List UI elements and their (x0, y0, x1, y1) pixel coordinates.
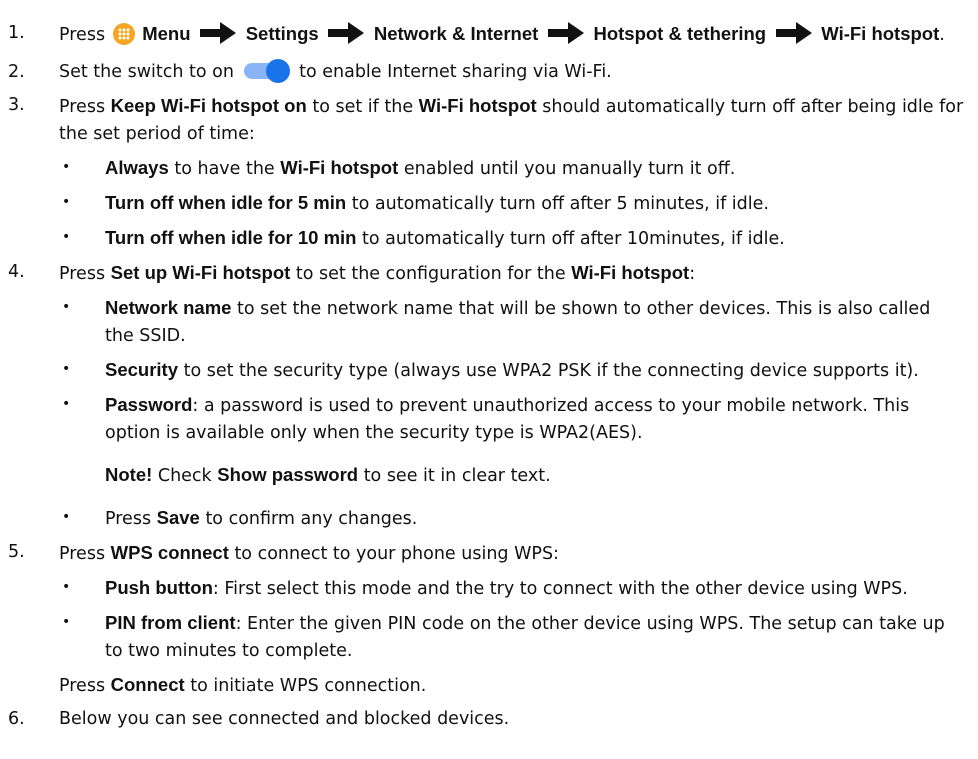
option-label: Password (105, 394, 193, 415)
step-number: 6. (8, 709, 25, 729)
wifi-hotspot-label: Wi-Fi hotspot (571, 262, 690, 283)
step-number: 5. (8, 542, 25, 562)
note-label: Note! (105, 464, 153, 485)
menu-label: Menu (142, 23, 191, 44)
option-label: PIN from client (105, 612, 236, 633)
menu-apps-icon (112, 23, 135, 45)
wifi-hotspot-label: Wi-Fi hotspot (280, 157, 399, 178)
option-label: Always (105, 157, 169, 178)
press-text: Press (59, 25, 106, 45)
option-label: Security (105, 359, 179, 380)
press-text: Press (59, 676, 106, 696)
list-item: • PIN from client: Enter the given PIN c… (0, 609, 978, 665)
press-text: Press (59, 264, 106, 284)
step-text: Set the switch to on (59, 62, 234, 82)
list-item: • Network name to set the network name t… (0, 294, 978, 350)
bullet: • (62, 299, 71, 315)
note-text: Check (157, 466, 212, 486)
note-text: to see it in clear text. (363, 466, 551, 486)
wifi-hotspot-label: Wi-Fi hotspot (418, 95, 537, 116)
bullet: • (62, 509, 71, 525)
press-text: Press (59, 97, 106, 117)
list-item: • Security to set the security type (alw… (0, 356, 978, 385)
toggle-switch-on-icon (243, 59, 290, 83)
list-item: • Password: a password is used to preven… (0, 391, 978, 447)
step-3: 3. Press Keep Wi-Fi hotspot on to set if… (0, 92, 978, 148)
step-number: 3. (8, 95, 25, 115)
bullet: • (62, 229, 71, 245)
option-text: enabled until you manually turn it off. (403, 159, 736, 179)
connect-instruction: Press Connect to initiate WPS connection… (0, 671, 978, 700)
step-text: to connect to your phone using WPS: (234, 544, 559, 564)
option-label: Network name (105, 297, 232, 318)
press-text: Press (105, 509, 152, 529)
step-text: to set if the (312, 97, 414, 117)
step-number: 4. (8, 262, 25, 282)
wifi-hotspot-label: Wi-Fi hotspot (821, 23, 940, 44)
keep-hotspot-label: Keep Wi-Fi hotspot on (110, 95, 307, 116)
option-label: Turn off when idle for 5 min (105, 192, 347, 213)
right-arrow-icon (328, 22, 365, 44)
instruction-document: 1. Press Menu Settings Network & Interne… (0, 0, 978, 733)
option-text: to automatically turn off after 5 minute… (351, 194, 769, 214)
step-text: Below you can see connected and blocked … (59, 709, 510, 729)
bullet: • (62, 361, 71, 377)
wps-connect-label: WPS connect (110, 542, 229, 563)
bullet: • (62, 194, 71, 210)
bullet: • (62, 614, 71, 630)
bullet: • (62, 396, 71, 412)
list-item: • Press Save to confirm any changes. (0, 504, 978, 533)
colon: : (689, 264, 696, 284)
step-number: 2. (8, 62, 25, 82)
note: Note! Check Show password to see it in c… (0, 461, 978, 490)
option-text: : a password is used to prevent unauthor… (105, 396, 910, 443)
right-arrow-icon (775, 22, 812, 44)
option-text: to confirm any changes. (205, 509, 418, 529)
setup-hotspot-label: Set up Wi-Fi hotspot (110, 262, 291, 283)
list-item: • Always to have the Wi-Fi hotspot enabl… (0, 154, 978, 183)
step-text: to set the configuration for the (295, 264, 566, 284)
right-arrow-icon (200, 22, 237, 44)
step-4: 4. Press Set up Wi-Fi hotspot to set the… (0, 259, 978, 288)
hotspot-tethering-label: Hotspot & tethering (593, 23, 767, 44)
period: . (939, 25, 945, 45)
network-label: Network & Internet (373, 23, 539, 44)
step-2: 2. Set the switch to on to enable Intern… (0, 59, 978, 86)
settings-label: Settings (245, 23, 319, 44)
list-item: • Push button: First select this mode an… (0, 574, 978, 603)
bullet: • (62, 579, 71, 595)
option-label: Turn off when idle for 10 min (105, 227, 357, 248)
step-number: 1. (8, 23, 25, 43)
bullet: • (62, 159, 71, 175)
option-text: : First select this mode and the try to … (212, 579, 908, 599)
save-label: Save (156, 507, 200, 528)
step-5: 5. Press WPS connect to connect to your … (0, 539, 978, 568)
list-item: • Turn off when idle for 10 min to autom… (0, 224, 978, 253)
connect-label: Connect (110, 674, 185, 695)
step-6: 6. Below you can see connected and block… (0, 706, 978, 733)
option-text: to set the security type (always use WPA… (183, 361, 919, 381)
option-text: to automatically turn off after 10minute… (362, 229, 785, 249)
option-text: to have the (174, 159, 275, 179)
right-arrow-icon (547, 22, 584, 44)
list-item: • Turn off when idle for 5 min to automa… (0, 189, 978, 218)
step-text: to enable Internet sharing via Wi-Fi. (299, 62, 612, 82)
step-1: 1. Press Menu Settings Network & Interne… (0, 20, 978, 49)
press-text: Press (59, 544, 106, 564)
option-label: Push button (105, 577, 213, 598)
step-text: to initiate WPS connection. (190, 676, 427, 696)
show-password-label: Show password (217, 464, 359, 485)
